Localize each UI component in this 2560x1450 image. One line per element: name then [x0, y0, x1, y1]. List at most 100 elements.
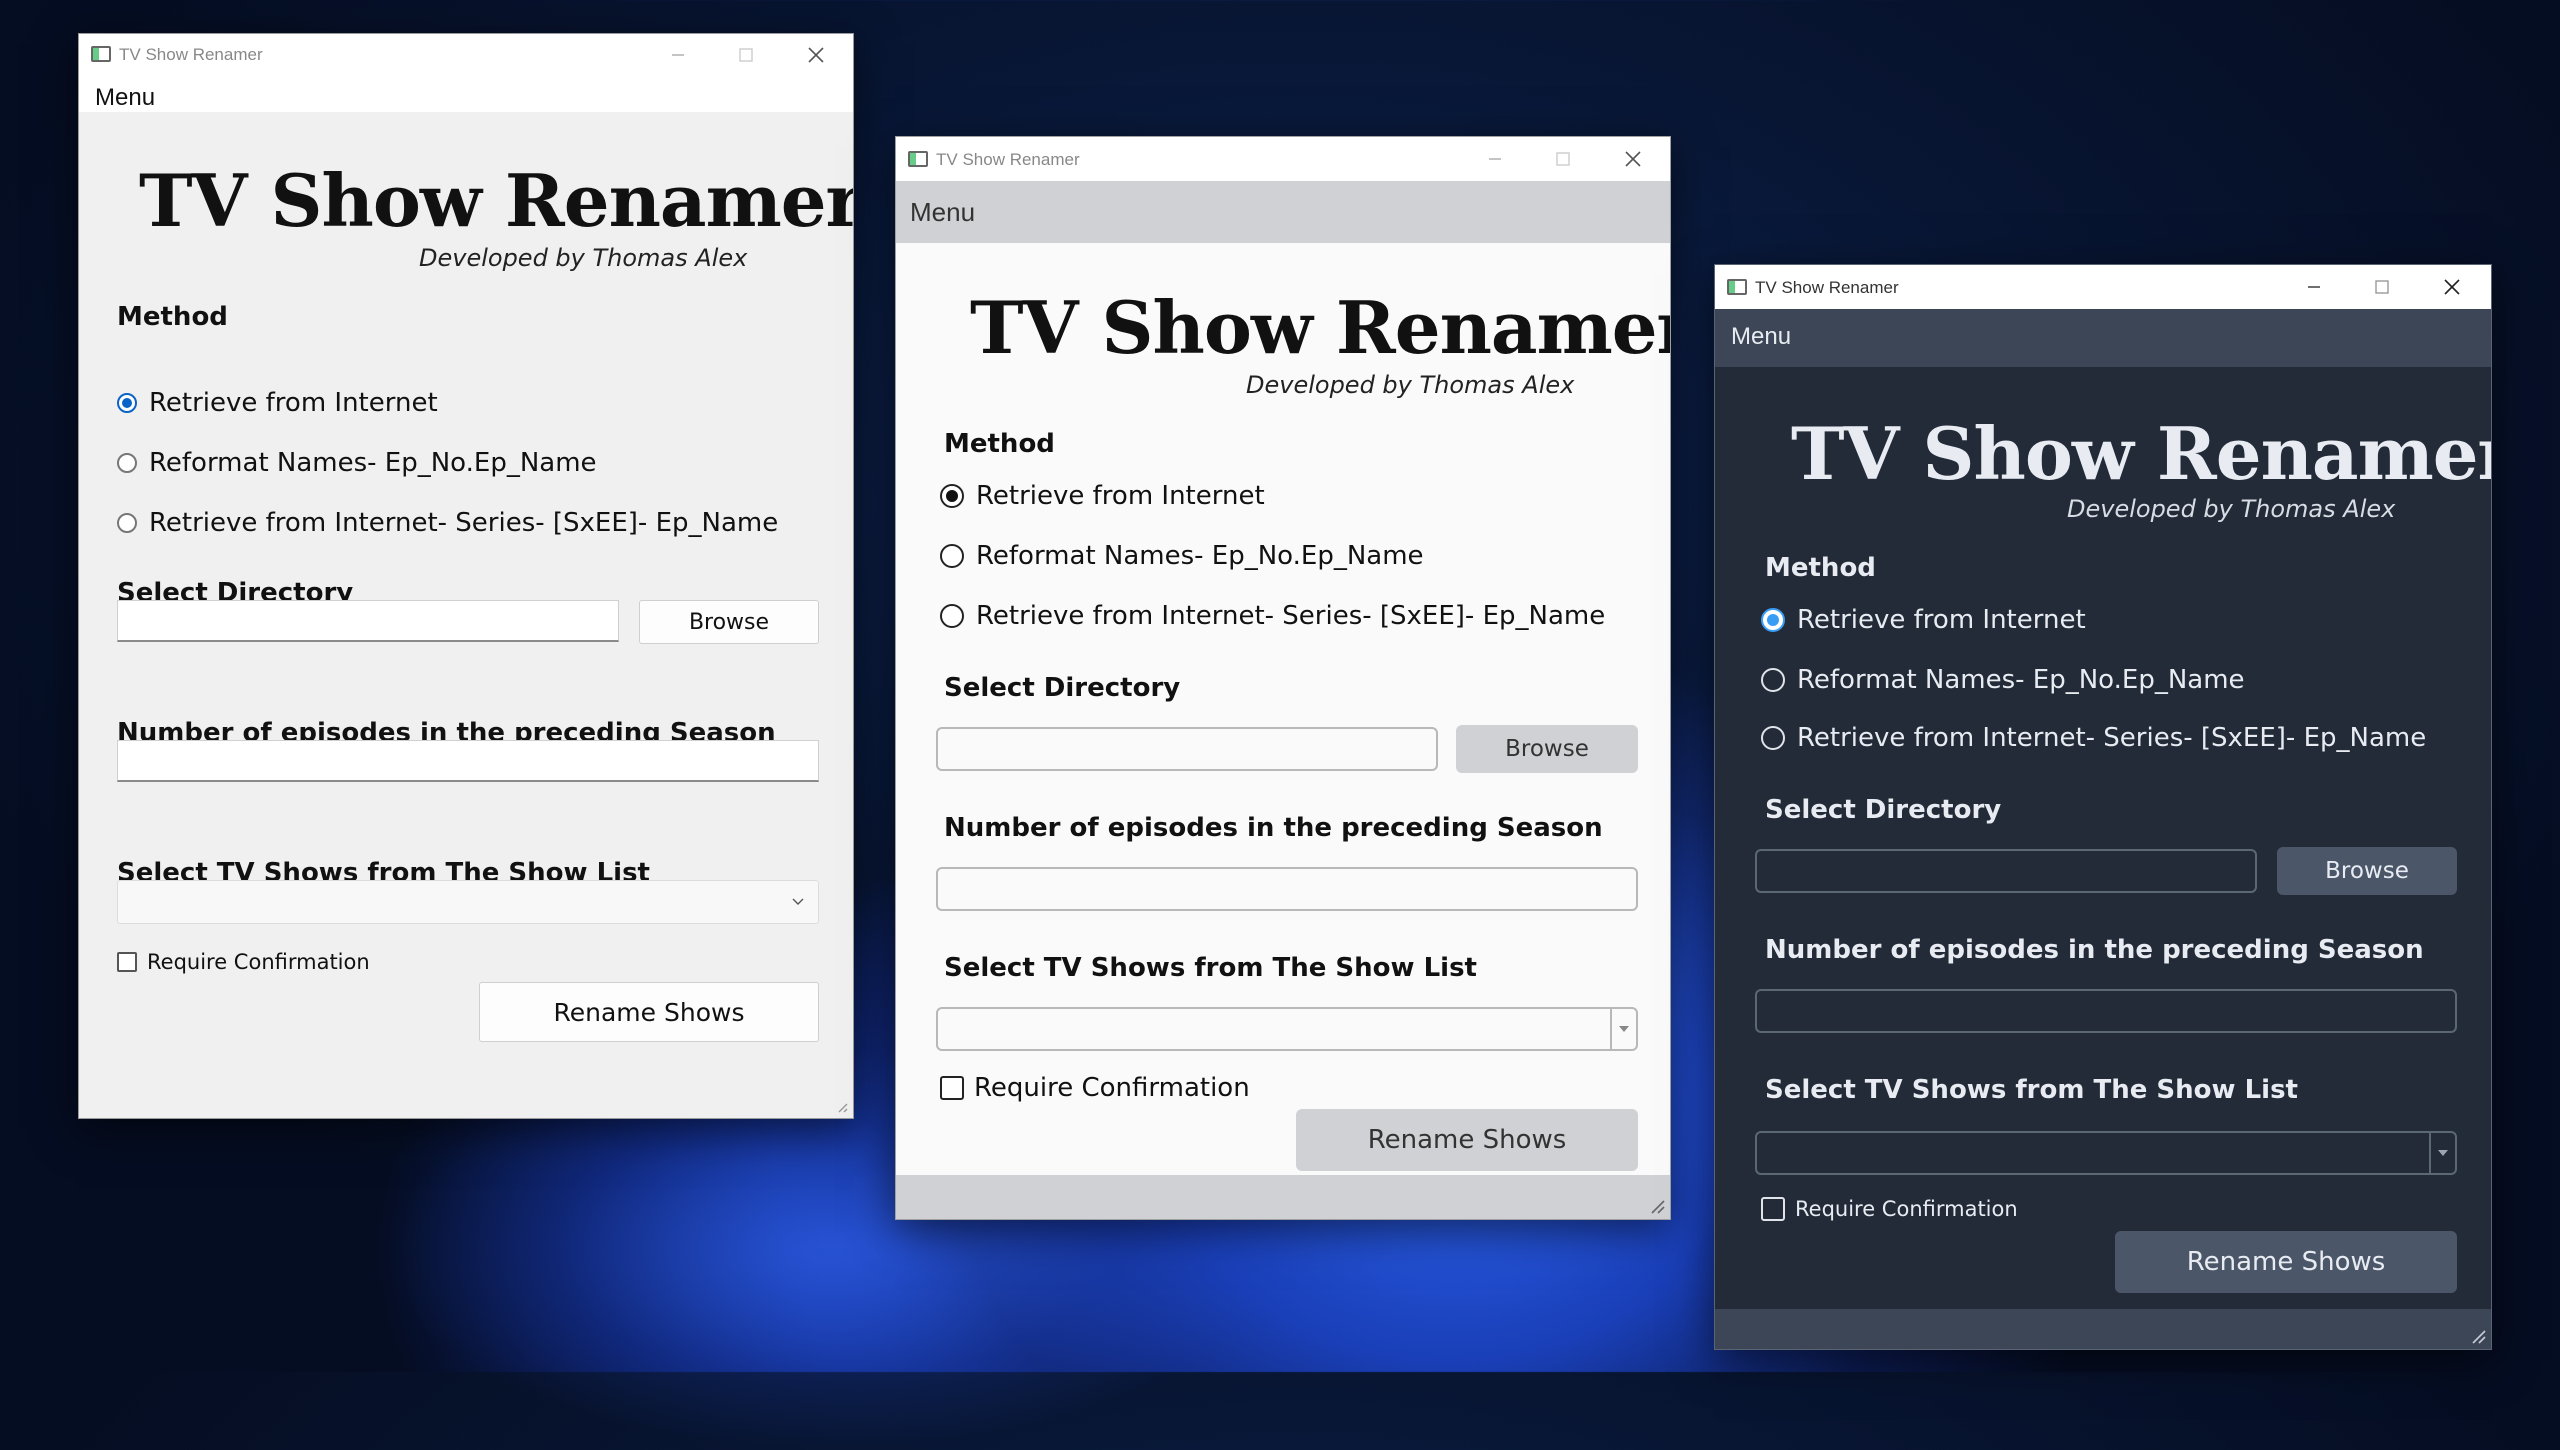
status-bar: [896, 1175, 1670, 1219]
episodes-heading: Number of episodes in the preceding Seas…: [1765, 935, 2424, 965]
checkbox-label: Require Confirmation: [1795, 1197, 2018, 1221]
rename-shows-button[interactable]: Rename Shows: [479, 982, 819, 1042]
window-title: TV Show Renamer: [936, 150, 1080, 169]
radio-retrieve-series[interactable]: Retrieve from Internet- Series- [SxEE]- …: [117, 508, 778, 538]
resize-grip-icon[interactable]: [1648, 1197, 1666, 1215]
radio-retrieve-series[interactable]: Retrieve from Internet- Series- [SxEE]- …: [1761, 723, 2426, 753]
radio-retrieve-internet[interactable]: Retrieve from Internet: [117, 388, 438, 418]
title-bar[interactable]: TV Show Renamer: [1715, 265, 2491, 309]
shows-dropdown[interactable]: [117, 880, 819, 924]
menu-bar: [896, 181, 1670, 243]
radio-label: Retrieve from Internet: [1797, 605, 2086, 635]
radio-label: Reformat Names- Ep_No.Ep_Name: [1797, 665, 2245, 695]
radio-button[interactable]: [1761, 726, 1785, 750]
directory-input[interactable]: [117, 600, 619, 642]
radio-label: Retrieve from Internet- Series- [SxEE]- …: [976, 601, 1606, 631]
app-window-gray: TV Show Renamer Menu TV Show Renamer Dev…: [895, 136, 1671, 1220]
resize-grip-icon[interactable]: [2469, 1327, 2487, 1345]
chevron-down-icon[interactable]: [1610, 1009, 1636, 1049]
subtitle: Developed by Thomas Alex: [1246, 371, 1575, 399]
chevron-down-icon[interactable]: [2429, 1133, 2455, 1173]
method-heading: Method: [1765, 553, 1876, 583]
episodes-heading: Number of episodes in the preceding Seas…: [944, 813, 1603, 843]
select-directory-heading: Select Directory: [1765, 795, 2002, 825]
radio-reformat-names[interactable]: Reformat Names- Ep_No.Ep_Name: [117, 448, 597, 478]
app-window-dark: TV Show Renamer Menu TV Show Renamer Dev…: [1714, 264, 2492, 1350]
radio-retrieve-internet[interactable]: Retrieve from Internet: [940, 481, 1265, 511]
require-confirmation[interactable]: Require Confirmation: [940, 1073, 1250, 1103]
maximize-icon[interactable]: [2369, 274, 2395, 300]
app-title: TV Show Renamer: [1791, 411, 2492, 496]
subtitle: Developed by Thomas Alex: [419, 244, 748, 272]
menu-button[interactable]: Menu: [910, 197, 975, 228]
radio-label: Retrieve from Internet: [976, 481, 1265, 511]
radio-button[interactable]: [1761, 608, 1785, 632]
radio-button[interactable]: [940, 604, 964, 628]
directory-input[interactable]: [1755, 849, 2257, 893]
close-icon[interactable]: [803, 42, 829, 68]
method-heading: Method: [944, 429, 1055, 459]
select-directory-heading: Select Directory: [944, 673, 1181, 703]
checkbox-label: Require Confirmation: [974, 1073, 1250, 1103]
directory-input[interactable]: [936, 727, 1438, 771]
rename-shows-button[interactable]: Rename Shows: [1296, 1109, 1638, 1171]
minimize-icon[interactable]: [1482, 146, 1508, 172]
rename-shows-button[interactable]: Rename Shows: [2115, 1231, 2457, 1293]
radio-button[interactable]: [117, 513, 137, 533]
resize-grip-icon[interactable]: [831, 1096, 849, 1114]
require-confirmation[interactable]: Require Confirmation: [117, 950, 370, 974]
shows-dropdown[interactable]: [1755, 1131, 2457, 1175]
radio-label: Retrieve from Internet: [149, 388, 438, 418]
radio-label: Reformat Names- Ep_No.Ep_Name: [149, 448, 597, 478]
require-confirmation[interactable]: Require Confirmation: [1761, 1197, 2018, 1221]
title-bar[interactable]: TV Show Renamer: [896, 137, 1670, 181]
app-icon: [1727, 279, 1747, 295]
close-icon[interactable]: [1620, 146, 1646, 172]
menu-button[interactable]: Menu: [1731, 323, 1791, 351]
radio-button[interactable]: [940, 484, 964, 508]
method-heading: Method: [117, 302, 228, 332]
radio-label: Retrieve from Internet- Series- [SxEE]- …: [1797, 723, 2427, 753]
radio-reformat-names[interactable]: Reformat Names- Ep_No.Ep_Name: [940, 541, 1424, 571]
chevron-down-icon[interactable]: [786, 881, 810, 923]
app-title: TV Show Renamer: [970, 285, 1671, 370]
app-icon: [908, 151, 928, 167]
episodes-input[interactable]: [1755, 989, 2457, 1033]
menu-button[interactable]: Menu: [95, 84, 155, 112]
episodes-input[interactable]: [117, 740, 819, 782]
radio-retrieve-internet[interactable]: Retrieve from Internet: [1761, 605, 2086, 635]
menu-bar: [79, 76, 853, 112]
minimize-icon[interactable]: [2301, 274, 2327, 300]
browse-button[interactable]: Browse: [639, 600, 819, 644]
shows-heading: Select TV Shows from The Show List: [1765, 1075, 2298, 1105]
close-icon[interactable]: [2439, 274, 2465, 300]
shows-heading: Select TV Shows from The Show List: [944, 953, 1477, 983]
browse-button[interactable]: Browse: [1456, 725, 1638, 773]
checkbox[interactable]: [1761, 1197, 1785, 1221]
radio-retrieve-series[interactable]: Retrieve from Internet- Series- [SxEE]- …: [940, 601, 1605, 631]
window-title: TV Show Renamer: [119, 45, 263, 64]
radio-button[interactable]: [117, 393, 137, 413]
radio-label: Retrieve from Internet- Series- [SxEE]- …: [149, 508, 779, 538]
radio-reformat-names[interactable]: Reformat Names- Ep_No.Ep_Name: [1761, 665, 2245, 695]
maximize-icon[interactable]: [733, 42, 759, 68]
subtitle: Developed by Thomas Alex: [2067, 495, 2396, 523]
checkbox-label: Require Confirmation: [147, 950, 370, 974]
checkbox[interactable]: [117, 952, 137, 972]
radio-button[interactable]: [940, 544, 964, 568]
checkbox[interactable]: [940, 1076, 964, 1100]
radio-label: Reformat Names- Ep_No.Ep_Name: [976, 541, 1424, 571]
menu-bar: [1715, 309, 2491, 367]
radio-button[interactable]: [117, 453, 137, 473]
maximize-icon[interactable]: [1550, 146, 1576, 172]
app-window-light: TV Show Renamer Menu TV Show Renamer Dev…: [78, 33, 854, 1119]
shows-dropdown[interactable]: [936, 1007, 1638, 1051]
status-bar: [1715, 1309, 2491, 1349]
radio-button[interactable]: [1761, 668, 1785, 692]
browse-button[interactable]: Browse: [2277, 847, 2457, 895]
episodes-input[interactable]: [936, 867, 1638, 911]
minimize-icon[interactable]: [665, 42, 691, 68]
window-title: TV Show Renamer: [1755, 278, 1899, 297]
title-bar[interactable]: TV Show Renamer: [79, 34, 853, 76]
app-title: TV Show Renamer: [139, 158, 854, 243]
